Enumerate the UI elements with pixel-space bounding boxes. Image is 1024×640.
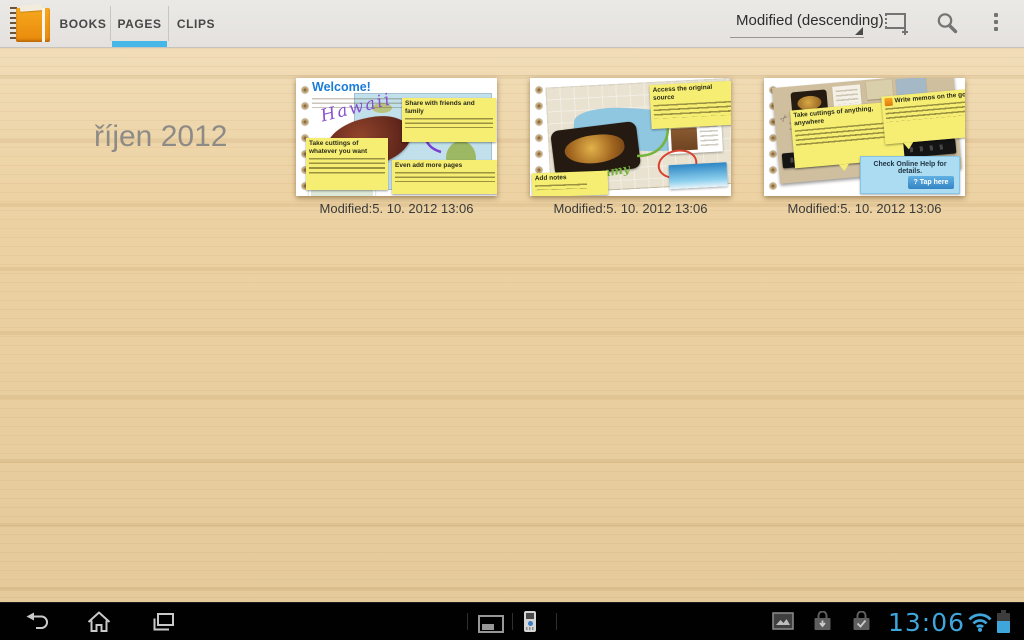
online-help-text: Check Online Help for details. — [861, 161, 959, 175]
download-notification[interactable] — [812, 611, 833, 637]
update-notification-icon — [851, 611, 872, 632]
memo-icon — [884, 98, 893, 107]
tap-here-button[interactable]: ? Tap here — [908, 176, 954, 189]
home-icon — [86, 610, 112, 634]
new-page-button[interactable] — [879, 8, 913, 38]
sticky-tail — [839, 164, 850, 172]
modified-caption: Modified:5. 10. 2012 13:06 — [764, 201, 965, 216]
back-button[interactable] — [20, 609, 54, 635]
sticky-note: Add notes — [532, 171, 609, 196]
home-button[interactable] — [82, 609, 116, 635]
remote-button-dot — [528, 621, 533, 626]
sticky-note: Write memos on the go — [881, 89, 965, 145]
page-thumbnail-1[interactable]: Welcome! Hawaii Share with friends and f… — [296, 78, 497, 196]
battery-fill — [997, 621, 1010, 633]
tab-clips[interactable]: CLIPS — [169, 0, 223, 47]
tablet-screen: BOOKS PAGES CLIPS Modified (descending) — [0, 0, 1024, 640]
sticky-note-body — [653, 100, 731, 118]
thumb-heading: Welcome! — [312, 80, 371, 94]
sticky-note-title: Share with friends and family — [405, 100, 493, 116]
overflow-menu-icon — [994, 20, 998, 24]
divider — [556, 613, 557, 630]
overflow-menu-icon — [994, 13, 998, 17]
online-help-box: Check Online Help for details. ? Tap her… — [860, 156, 960, 194]
sticky-note: Even add more pages — [392, 160, 497, 194]
sticky-note-body — [535, 183, 587, 190]
note-lines — [835, 89, 858, 105]
overflow-menu-icon — [994, 27, 998, 31]
notebook-stripe — [42, 8, 45, 42]
food-image — [563, 132, 626, 167]
sticky-note-title: Access the original source — [652, 83, 731, 103]
remote-keys — [526, 627, 534, 630]
tab-label: BOOKS — [59, 17, 106, 31]
system-bar: 13:06 — [0, 602, 1024, 640]
sticky-note: Share with friends and family — [402, 98, 496, 142]
sticky-tail — [903, 142, 914, 150]
tab-pages[interactable]: PAGES — [111, 0, 168, 47]
battery-status[interactable] — [997, 610, 1010, 633]
page-thumbnail-2[interactable]: yummy Access the original source Add not… — [530, 78, 731, 196]
divider — [512, 613, 513, 630]
tab-label: CLIPS — [177, 17, 215, 31]
action-bar: BOOKS PAGES CLIPS Modified (descending) — [0, 0, 1024, 48]
page-thumbnail-3[interactable]: ✂ Take cuttings of anything, anywhere Wr… — [764, 78, 965, 196]
sticky-note-title: Even add more pages — [395, 162, 495, 170]
new-page-icon — [881, 10, 911, 36]
screenshot-button[interactable] — [474, 611, 508, 637]
search-icon — [934, 10, 960, 36]
screenshot-notification[interactable] — [772, 612, 794, 635]
sticky-note-body — [405, 118, 493, 128]
battery-body — [997, 613, 1010, 633]
tab-label: PAGES — [117, 17, 161, 31]
search-button[interactable] — [930, 8, 964, 38]
group-date-label: říjen 2012 — [94, 120, 227, 154]
divider — [467, 613, 468, 630]
sort-spinner[interactable]: Modified (descending) — [730, 8, 864, 38]
back-icon — [23, 610, 51, 634]
remote-app-button[interactable] — [524, 611, 536, 632]
sticky-note-title: Take cuttings of whatever you want — [309, 140, 385, 156]
remote-screen — [526, 613, 534, 619]
app-icon-notebook[interactable] — [10, 5, 50, 42]
recent-apps-button[interactable] — [146, 609, 180, 635]
sticky-note: Access the original source — [649, 81, 731, 130]
tab-books[interactable]: BOOKS — [56, 0, 110, 47]
sticky-note: Take cuttings of whatever you want — [306, 138, 388, 190]
sticky-note-body — [309, 158, 385, 174]
wifi-status[interactable] — [966, 611, 994, 638]
sticky-note-body — [395, 172, 495, 182]
beach-photo — [669, 162, 728, 189]
download-notification-icon — [812, 611, 833, 632]
wifi-icon — [966, 611, 994, 633]
content-area: říjen 2012 Welcome! Hawaii Share with fr… — [0, 48, 1024, 603]
overflow-menu-button[interactable] — [988, 8, 1004, 40]
screenshot-notification-icon — [772, 612, 794, 630]
screenshot-icon — [477, 614, 505, 635]
modified-caption: Modified:5. 10. 2012 13:06 — [530, 201, 731, 216]
recent-apps-icon — [150, 611, 176, 633]
sticky-note-title: Add notes — [535, 173, 605, 183]
caret-icon — [855, 27, 863, 35]
update-notification[interactable] — [851, 611, 872, 637]
status-clock[interactable]: 13:06 — [888, 608, 965, 637]
modified-caption: Modified:5. 10. 2012 13:06 — [296, 201, 497, 216]
